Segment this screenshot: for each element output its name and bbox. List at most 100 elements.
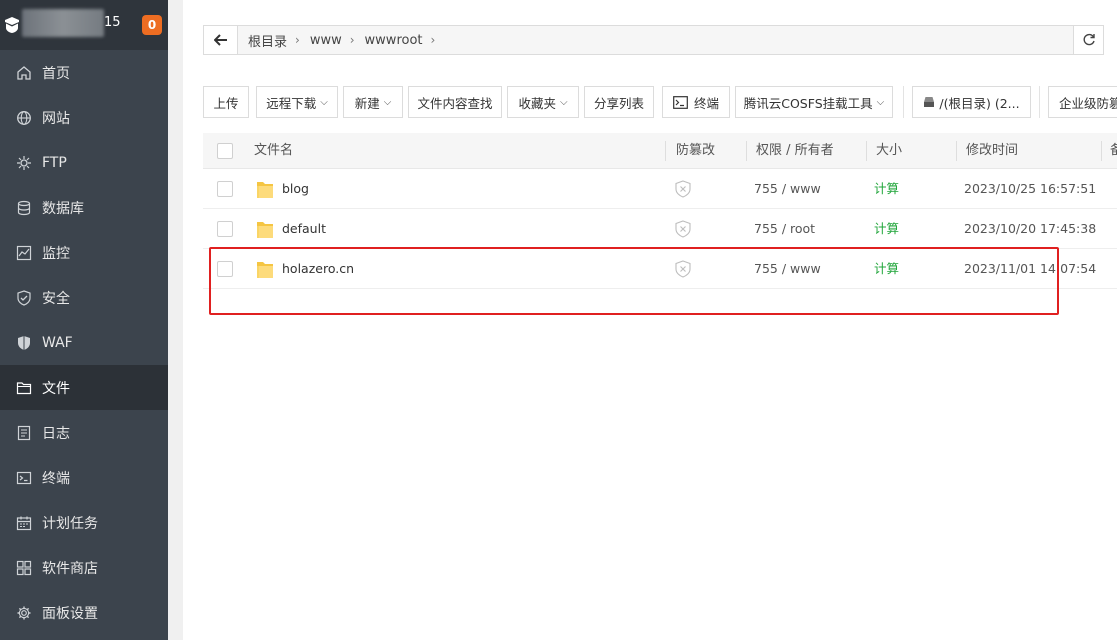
row-checkbox[interactable] (217, 221, 233, 237)
sidebar-item-label: 监控 (42, 245, 70, 262)
breadcrumb-wwwroot[interactable]: wwwroot (355, 33, 423, 48)
table-row[interactable]: default 755 / root 计算 2023/10/20 17:45:3… (203, 209, 1117, 249)
file-mtime: 2023/10/25 16:57:51 (964, 181, 1097, 196)
folder-icon (257, 222, 273, 238)
chevron-down-icon: ⌵ (320, 96, 328, 108)
toolbar: 上传 远程下载 ⌵ 新建 ⌵ 文件内容查找 收藏夹 ⌵ 分享列表 终端 腾讯云COSF… (203, 86, 1117, 118)
header-tamper: 防篡改 (676, 143, 716, 158)
file-permission[interactable]: 755 / www (754, 169, 821, 209)
select-all-checkbox[interactable] (217, 143, 233, 159)
sidebar-item-label: 数据库 (42, 200, 84, 217)
remote-download-button[interactable]: 远程下载 ⌵ (256, 86, 338, 118)
header-filename[interactable]: 文件名 (254, 133, 293, 169)
sidebar: 15 0 首页 网站 FTP 数据库 监控 安全 WAF 文件 日志 终端 计划… (0, 0, 168, 640)
folder-icon (257, 262, 273, 278)
sidebar-item-ftp[interactable]: FTP (0, 140, 168, 185)
header-divider (665, 141, 666, 161)
calendar-icon (16, 515, 32, 531)
share-list-button[interactable]: 分享列表 (584, 86, 654, 118)
header-divider (956, 141, 957, 161)
sidebar-item-home[interactable]: 首页 (0, 50, 168, 95)
sidebar-item-label: 安全 (42, 290, 70, 307)
chevron-right-icon: › (349, 33, 355, 47)
file-permission[interactable]: 755 / www (754, 249, 821, 289)
ftp-icon (16, 155, 32, 171)
database-icon (16, 200, 32, 216)
header-remark: 备 (1110, 143, 1117, 158)
refresh-icon (1083, 33, 1095, 46)
sidebar-item-label: 终端 (42, 470, 70, 487)
calculate-size-link[interactable]: 计算 (874, 169, 899, 209)
breadcrumb: 根目录 › www › wwwroot › (238, 31, 435, 50)
sidebar-item-label: 文件 (42, 380, 70, 397)
upload-button[interactable]: 上传 (203, 86, 249, 118)
row-checkbox[interactable] (217, 261, 233, 277)
file-name[interactable]: default (282, 209, 326, 249)
globe-icon (16, 110, 32, 126)
new-label: 新建 (354, 95, 380, 111)
gear-icon (16, 605, 32, 621)
upload-label: 上传 (213, 95, 239, 111)
sidebar-item-logs[interactable]: 日志 (0, 410, 168, 455)
chevron-down-icon: ⌵ (559, 96, 568, 108)
sidebar-item-websites[interactable]: 网站 (0, 95, 168, 140)
tamper-shield-icon[interactable] (674, 180, 692, 198)
back-button[interactable] (204, 26, 238, 54)
header-size[interactable]: 大小 (876, 133, 902, 169)
enterprise-tamper-button[interactable]: 企业级防篡 (1048, 86, 1117, 118)
row-checkbox[interactable] (217, 181, 233, 197)
favorites-label: 收藏夹 (518, 95, 556, 111)
breadcrumb-www[interactable]: www (300, 33, 342, 48)
chevron-right-icon: › (295, 33, 300, 47)
sidebar-item-files[interactable]: 文件 (0, 365, 168, 410)
sidebar-item-label: 首页 (42, 65, 70, 82)
new-button[interactable]: 新建 ⌵ (343, 86, 403, 118)
disk-button[interactable]: /(根目录) (2... (912, 86, 1031, 118)
folder-icon (257, 182, 273, 198)
header-divider (746, 141, 747, 161)
sidebar-item-settings[interactable]: 面板设置 (0, 590, 168, 635)
chevron-down-icon: ⌵ (876, 96, 885, 108)
sidebar-item-database[interactable]: 数据库 (0, 185, 168, 230)
sidebar-item-label: 日志 (42, 425, 70, 442)
sidebar-header: 15 0 (0, 0, 168, 50)
terminal-icon (673, 95, 688, 109)
path-bar: 根目录 › www › wwwroot › (203, 25, 1104, 55)
file-permission[interactable]: 755 / root (754, 209, 815, 249)
disk-icon (924, 97, 935, 107)
file-name[interactable]: holazero.cn (282, 249, 354, 289)
breadcrumb-root[interactable]: 根目录 (238, 31, 287, 50)
user-name-blurred (22, 9, 104, 37)
cosfs-mount-button[interactable]: 腾讯云COSFS挂载工具 ⌵ (735, 86, 893, 118)
file-name[interactable]: blog (282, 169, 309, 209)
sidebar-item-label: 网站 (42, 110, 70, 127)
tamper-shield-icon[interactable] (674, 220, 692, 238)
file-manager-panel: 根目录 › www › wwwroot › 上传 远程下载 ⌵ 新建 ⌵ 文件内容查… (183, 0, 1117, 640)
refresh-button[interactable] (1073, 26, 1103, 54)
favorites-button[interactable]: 收藏夹 ⌵ (507, 86, 579, 118)
terminal-button[interactable]: 终端 (662, 86, 730, 118)
grid-icon (16, 560, 32, 576)
sidebar-item-monitor[interactable]: 监控 (0, 230, 168, 275)
sidebar-item-security[interactable]: 安全 (0, 275, 168, 320)
header-mtime[interactable]: 修改时间 (966, 133, 1018, 169)
share-list-label: 分享列表 (593, 95, 644, 111)
calculate-size-link[interactable]: 计算 (874, 209, 899, 249)
tamper-shield-icon[interactable] (674, 260, 692, 278)
sidebar-item-cron[interactable]: 计划任务 (0, 500, 168, 545)
table-row[interactable]: holazero.cn 755 / www 计算 2023/11/01 14:0… (203, 249, 1117, 289)
remote-download-label: 远程下载 (266, 95, 317, 111)
chevron-down-icon: ⌵ (383, 96, 392, 108)
toolbar-divider (903, 86, 904, 118)
table-row[interactable]: blog 755 / www 计算 2023/10/25 16:57:51 (203, 169, 1117, 209)
calculate-size-link[interactable]: 计算 (874, 249, 899, 289)
sidebar-item-waf[interactable]: WAF (0, 320, 168, 365)
header-permission[interactable]: 权限 / 所有者 (756, 133, 834, 169)
notification-badge[interactable]: 0 (142, 15, 162, 35)
content-search-button[interactable]: 文件内容查找 (408, 86, 502, 118)
sidebar-item-store[interactable]: 软件商店 (0, 545, 168, 590)
sidebar-item-terminal[interactable]: 终端 (0, 455, 168, 500)
sidebar-item-label: FTP (42, 154, 67, 171)
header-divider (1101, 141, 1102, 161)
home-icon (16, 65, 32, 81)
